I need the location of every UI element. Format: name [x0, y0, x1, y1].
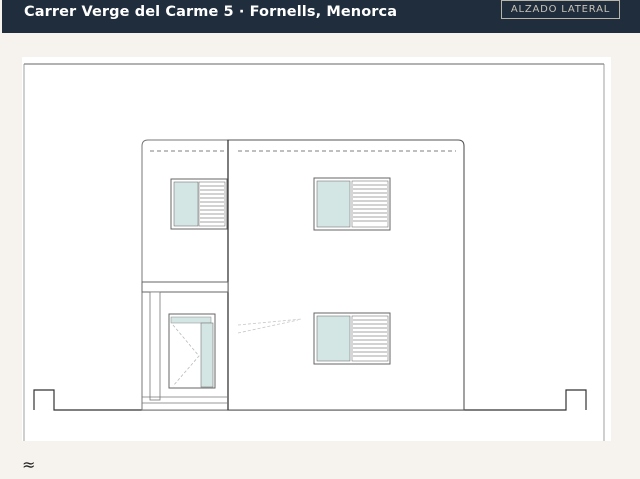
entrance-door [168, 313, 216, 389]
wave-icon: ≈ [22, 455, 36, 474]
window-lower-right [313, 312, 391, 365]
elevation-drawing [22, 57, 611, 441]
window-upper-left [170, 178, 228, 230]
window-upper-right [313, 177, 391, 231]
